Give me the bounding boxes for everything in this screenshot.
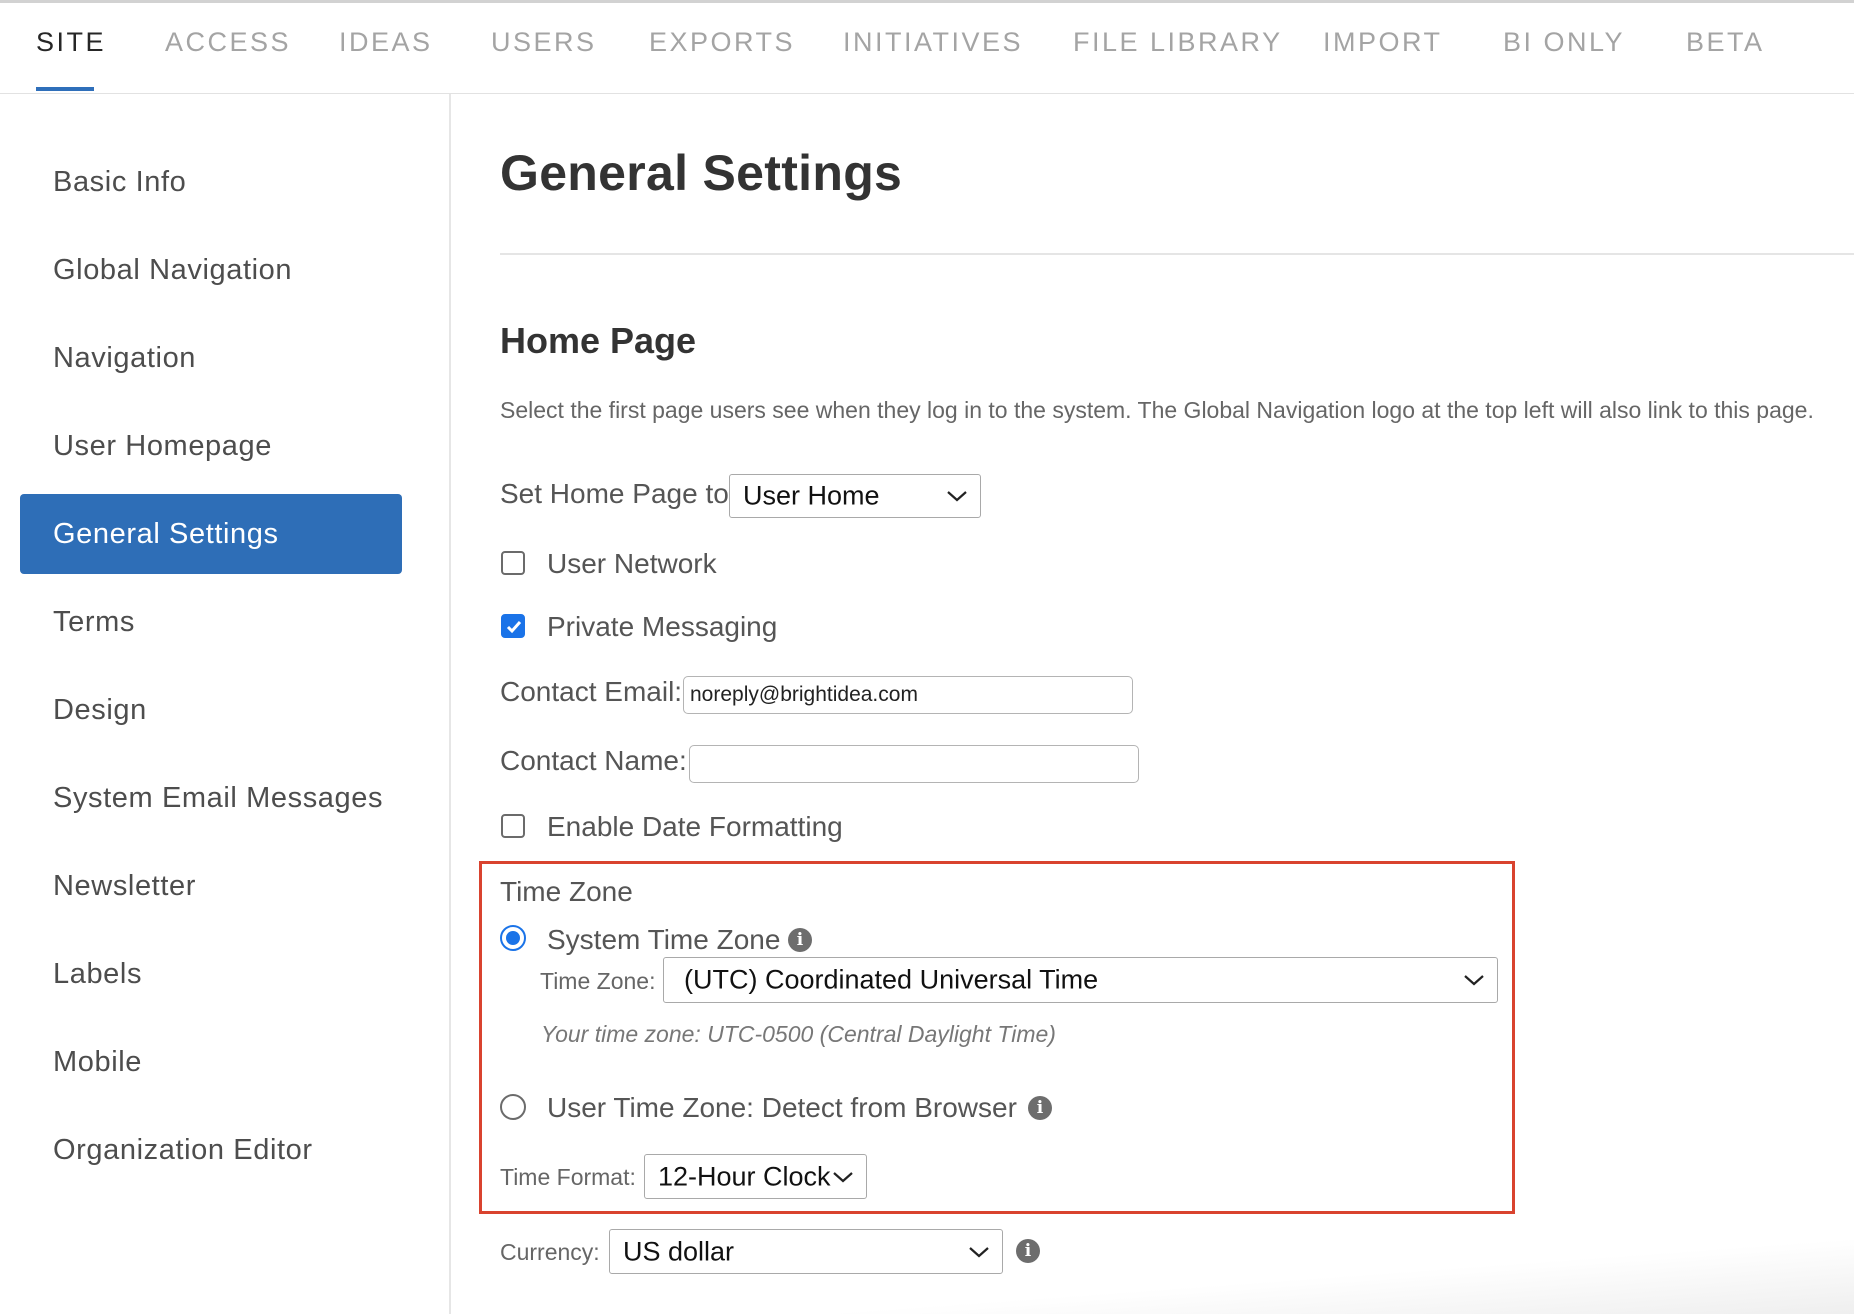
time-zone-select-label: Time Zone:	[540, 968, 656, 994]
currency-select[interactable]: US dollar	[609, 1229, 1003, 1274]
your-time-zone-hint: Your time zone: UTC-0500 (Central Daylig…	[541, 1021, 1056, 1047]
currency-select-value: US dollar	[623, 1236, 735, 1266]
home-page-select[interactable]: User Home	[729, 474, 981, 518]
chevron-down-icon	[969, 1246, 989, 1257]
currency-label: Currency:	[500, 1239, 600, 1265]
contact-name-label: Contact Name:	[500, 745, 687, 776]
set-home-page-label: Set Home Page to:	[500, 478, 737, 509]
user-time-zone-info-icon[interactable]: i	[1028, 1096, 1052, 1120]
chevron-down-icon	[947, 491, 967, 502]
system-time-zone-label: System Time Zone	[547, 924, 781, 955]
date-formatting-label: Enable Date Formatting	[547, 811, 843, 842]
title-divider	[500, 253, 1854, 255]
private-messaging-checkbox[interactable]	[501, 614, 525, 638]
user-network-checkbox[interactable]	[501, 551, 525, 575]
main-content: General Settings Home Page Select the fi…	[0, 0, 1854, 1314]
chevron-down-icon	[833, 1171, 853, 1182]
checkmark-icon	[506, 621, 522, 634]
private-messaging-label: Private Messaging	[547, 611, 778, 642]
user-network-label: User Network	[547, 548, 717, 579]
system-time-zone-radio[interactable]	[500, 925, 526, 951]
time-format-select-value: 12-Hour Clock	[658, 1161, 831, 1191]
time-zone-select[interactable]: (UTC) Coordinated Universal Time	[663, 957, 1498, 1003]
page-title: General Settings	[500, 145, 903, 201]
home-page-section-title: Home Page	[500, 320, 697, 361]
time-zone-heading: Time Zone	[500, 876, 633, 907]
system-time-zone-info-icon[interactable]: i	[788, 928, 812, 952]
contact-email-input[interactable]	[683, 676, 1133, 714]
home-page-description: Select the first page users see when the…	[500, 397, 1814, 423]
contact-name-input[interactable]	[689, 745, 1139, 783]
chevron-down-icon	[1464, 975, 1484, 986]
date-formatting-checkbox[interactable]	[501, 814, 525, 838]
currency-info-icon[interactable]: i	[1016, 1239, 1040, 1263]
user-time-zone-label: User Time Zone: Detect from Browser	[547, 1092, 1017, 1123]
contact-email-label: Contact Email:	[500, 676, 683, 707]
time-zone-select-value: (UTC) Coordinated Universal Time	[684, 964, 1099, 995]
time-format-select[interactable]: 12-Hour Clock	[644, 1154, 867, 1199]
time-format-label: Time Format:	[500, 1164, 636, 1190]
user-time-zone-radio[interactable]	[500, 1094, 526, 1120]
home-page-select-value: User Home	[743, 480, 880, 511]
